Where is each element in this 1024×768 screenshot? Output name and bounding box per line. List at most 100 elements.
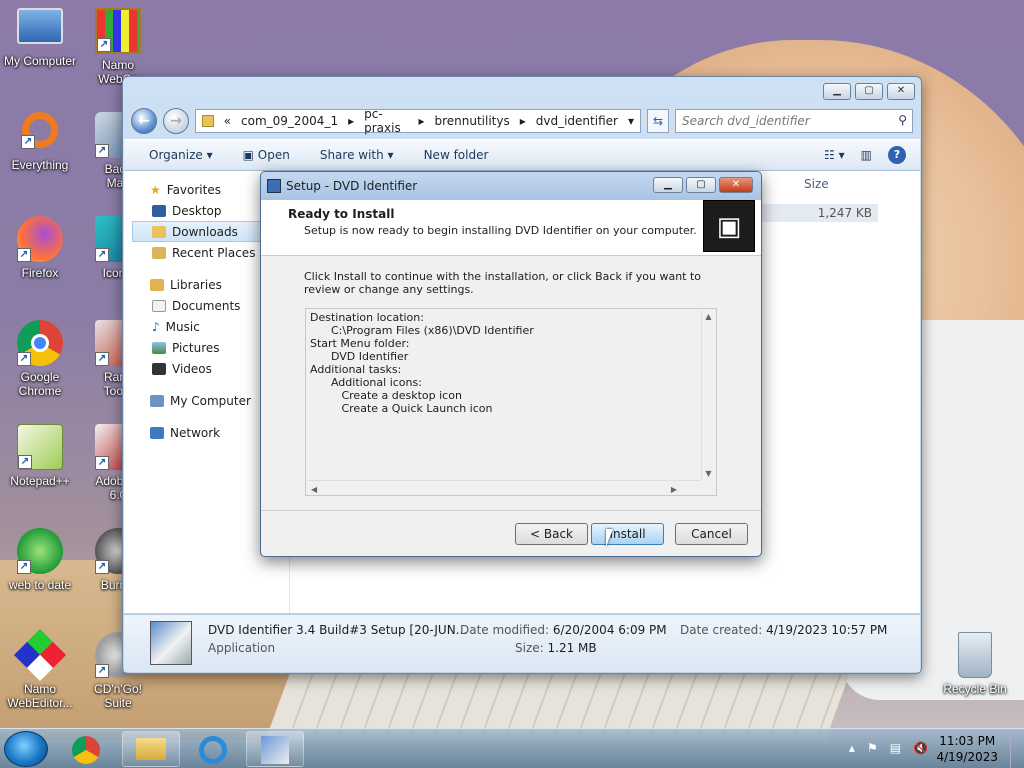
notepad-plus-plus-icon: ↗ <box>17 424 63 470</box>
back-nav-button[interactable]: ← <box>131 108 157 134</box>
scroll-left-icon[interactable]: ◀ <box>311 483 317 496</box>
system-tray: ▴ ⚑ ▤ 🔇 <box>849 741 928 755</box>
setup-dialog[interactable]: Setup - DVD Identifier ▁ ▢ ✕ Ready to In… <box>260 171 762 557</box>
details-date-modified: Date modified: 6/20/2004 6:09 PM <box>460 623 667 637</box>
show-hidden-icons-icon[interactable]: ▴ <box>849 741 855 755</box>
setup-footer: < Back Install Cancel <box>261 510 761 556</box>
new-folder-button[interactable]: New folder <box>424 148 489 162</box>
breadcrumb-separator-icon[interactable]: ▸ <box>520 114 526 128</box>
maximize-button[interactable]: ▢ <box>855 83 883 100</box>
install-button[interactable]: Install <box>591 523 664 545</box>
desktop-icon <box>152 204 166 217</box>
desktop-icon-label: My Computer <box>3 54 77 68</box>
desktop-icon-namo-webcanvas[interactable]: ↗ Namo WebCa <box>78 8 158 86</box>
network-icon[interactable]: ▤ <box>890 741 901 755</box>
search-icon[interactable]: ⚲ <box>898 113 907 127</box>
breadcrumb-overflow[interactable]: « <box>224 114 231 128</box>
breadcrumb-item[interactable]: pc-praxis <box>364 107 408 135</box>
breadcrumb-separator-icon[interactable]: ▸ <box>348 114 354 128</box>
palette-icon: ↗ <box>95 8 141 54</box>
volume-muted-icon[interactable]: 🔇 <box>913 741 928 755</box>
clock-date: 4/19/2023 <box>936 750 998 764</box>
desktop-icon-my-computer[interactable]: My Computer <box>0 8 80 68</box>
star-icon: ★ <box>150 182 161 197</box>
folder-icon <box>136 738 166 760</box>
minimize-button[interactable]: ▁ <box>823 83 851 100</box>
clock[interactable]: 11:03 PM 4/19/2023 <box>936 733 998 765</box>
taskbar: ▴ ⚑ ▤ 🔇 11:03 PM 4/19/2023 <box>0 728 1024 768</box>
desktop-icon-everything[interactable]: ↗ Everything <box>0 112 80 172</box>
cancel-button[interactable]: Cancel <box>675 523 748 545</box>
rubiks-cube-icon <box>13 628 67 682</box>
breadcrumb-separator-icon[interactable]: ▸ <box>418 114 424 128</box>
desktop-icon-notepad-plus-plus[interactable]: ↗ Notepad++ <box>0 424 80 488</box>
file-size-cell[interactable]: 1,247 KB <box>754 204 878 222</box>
organize-menu[interactable]: Organize ▾ <box>149 148 213 162</box>
action-center-flag-icon[interactable]: ⚑ <box>867 741 878 755</box>
help-icon[interactable]: ? <box>888 146 906 164</box>
address-dropdown-icon[interactable]: ▾ <box>628 114 634 128</box>
details-size: Size: 1.21 MB <box>515 641 597 655</box>
summary-line: Create a Quick Launch icon <box>310 402 493 415</box>
close-button[interactable]: ✕ <box>719 177 753 193</box>
computer-icon <box>17 8 63 44</box>
network-icon <box>150 426 164 439</box>
desktop-icon-google-chrome[interactable]: ↗ Google Chrome <box>0 320 80 398</box>
summary-line: Additional tasks: <box>310 363 402 376</box>
setup-subheading: Setup is now ready to begin installing D… <box>304 224 697 237</box>
breadcrumb-item[interactable]: brennutilitys <box>434 114 509 128</box>
everything-icon: ↗ <box>21 112 58 149</box>
preview-pane-icon[interactable]: ▥ <box>861 148 872 162</box>
share-with-menu[interactable]: Share with ▾ <box>320 148 394 162</box>
vertical-scrollbar[interactable]: ▲ ▼ <box>701 310 715 480</box>
desktop-icon-label: CD'n'Go! Suite <box>94 682 142 710</box>
open-button[interactable]: ▣ Open <box>243 148 290 162</box>
folder-icon <box>202 115 214 127</box>
summary-line: C:\Program Files (x86)\DVD Identifier <box>310 324 534 337</box>
install-summary-memo[interactable]: Destination location: C:\Program Files (… <box>305 308 717 496</box>
setup-application-icon <box>150 621 192 665</box>
minimize-button[interactable]: ▁ <box>653 177 683 193</box>
taskbar-internet-explorer[interactable] <box>184 731 242 767</box>
setup-titlebar[interactable]: Setup - DVD Identifier ▁ ▢ ✕ <box>261 172 761 200</box>
show-desktop-button[interactable] <box>1010 729 1024 768</box>
chrome-icon: ↗ <box>17 320 63 366</box>
scroll-up-icon[interactable]: ▲ <box>702 310 715 323</box>
maximize-button[interactable]: ▢ <box>686 177 716 193</box>
setup-title: Setup - DVD Identifier <box>286 179 418 193</box>
installer-logo-icon: ▣ <box>703 200 755 252</box>
explorer-titlebar[interactable]: ▁ ▢ ✕ <box>123 77 921 105</box>
chrome-icon <box>72 736 100 764</box>
internet-explorer-icon <box>199 736 227 764</box>
refresh-button[interactable]: ⇆ <box>647 109 669 133</box>
installer-icon <box>267 179 281 193</box>
column-header-size[interactable]: Size <box>804 177 829 191</box>
setup-instructions: Click Install to continue with the insta… <box>304 270 702 296</box>
desktop-icon-web-to-date[interactable]: ↗ web to date <box>0 528 80 592</box>
horizontal-scrollbar[interactable]: ◀ ▶ <box>307 480 701 494</box>
setup-heading: Ready to Install <box>288 207 395 221</box>
scroll-right-icon[interactable]: ▶ <box>671 483 677 496</box>
search-input[interactable]: Search dvd_identifier ⚲ <box>675 109 913 133</box>
taskbar-chrome[interactable] <box>60 731 112 767</box>
taskbar-explorer[interactable] <box>122 731 180 767</box>
scroll-down-icon[interactable]: ▼ <box>702 467 715 480</box>
desktop-icon-recycle-bin[interactable]: Recycle Bin <box>935 632 1015 696</box>
forward-nav-button[interactable]: → <box>163 108 189 134</box>
breadcrumb-item[interactable]: com_09_2004_1 <box>241 114 338 128</box>
documents-icon <box>152 299 166 312</box>
recent-places-icon <box>152 246 166 259</box>
close-button[interactable]: ✕ <box>887 83 915 100</box>
search-placeholder: Search dvd_identifier <box>682 114 810 128</box>
back-button[interactable]: < Back <box>515 523 588 545</box>
desktop-icon-firefox[interactable]: ↗ Firefox <box>0 216 80 280</box>
desktop-icon-label: Everything <box>11 158 69 172</box>
start-button[interactable] <box>4 731 48 767</box>
address-bar[interactable]: « com_09_2004_1 ▸ pc-praxis ▸ brennutili… <box>195 107 641 135</box>
desktop-icon-namo-webeditor[interactable]: Namo WebEditor... <box>0 628 80 710</box>
recycle-bin-icon <box>958 632 992 678</box>
view-options-icon[interactable]: ☷ ▾ <box>824 148 845 162</box>
taskbar-setup[interactable] <box>246 731 304 767</box>
breadcrumb-item[interactable]: dvd_identifier <box>536 114 618 128</box>
web-to-date-icon: ↗ <box>17 528 63 574</box>
